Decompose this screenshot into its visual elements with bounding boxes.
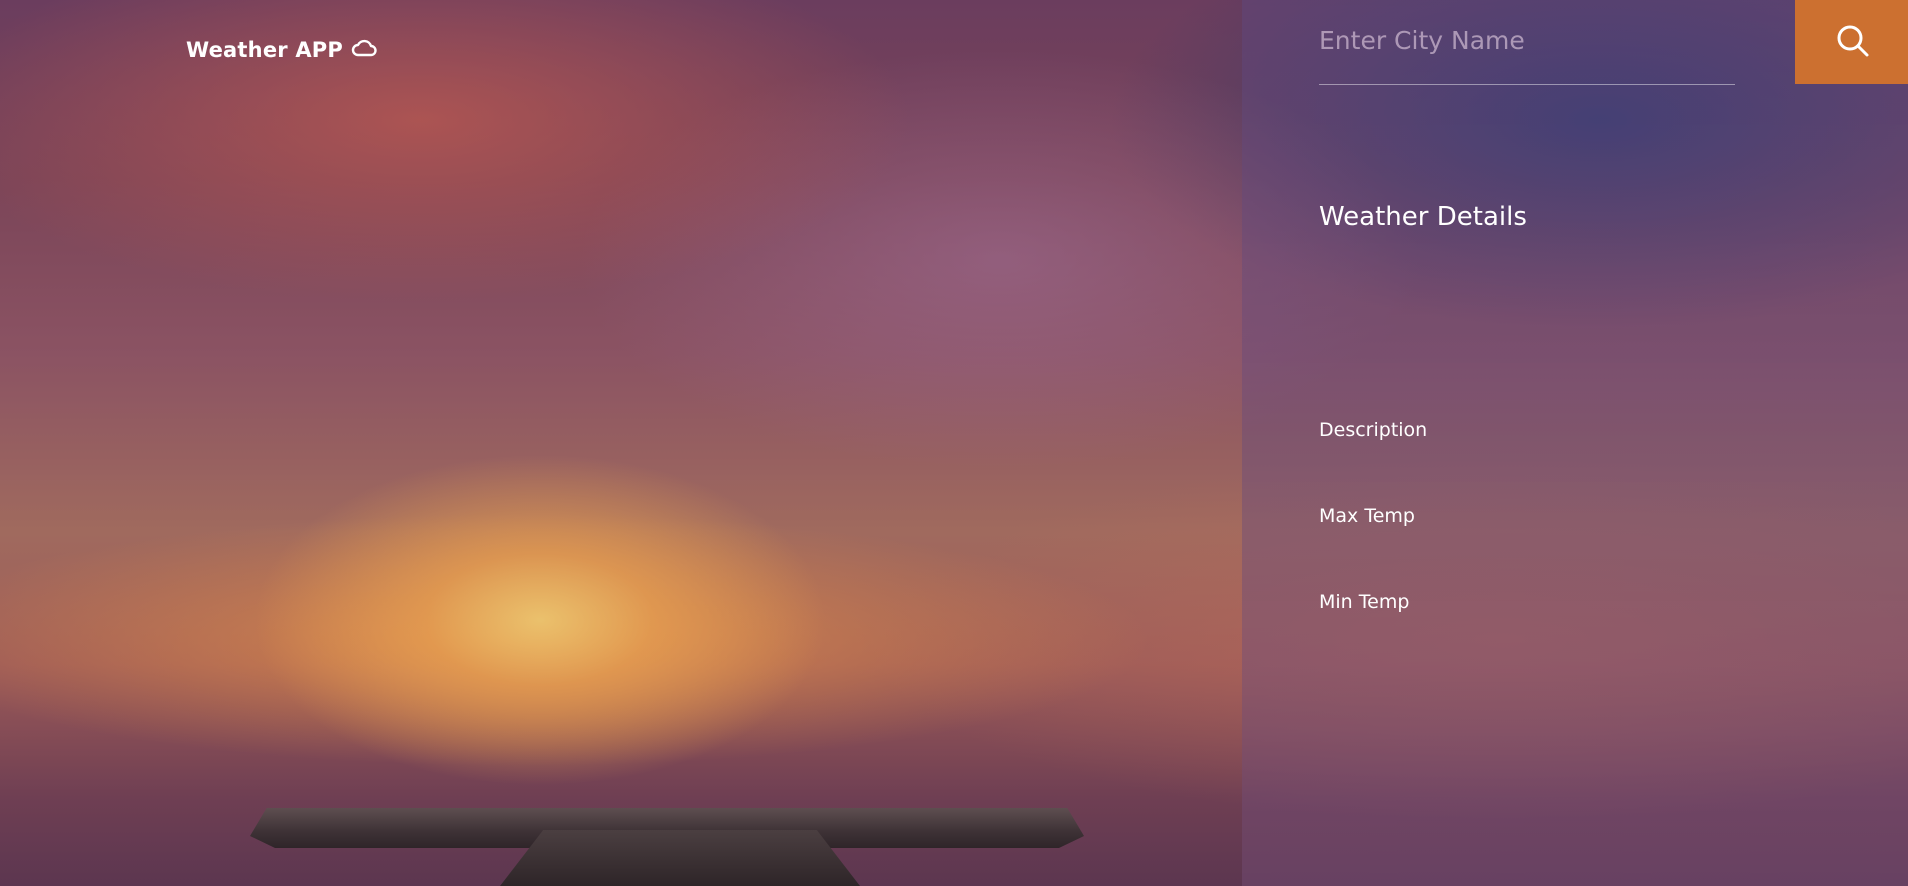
search-icon (1834, 23, 1870, 62)
city-search-input[interactable] (1319, 18, 1729, 62)
description-label: Description (1319, 419, 1428, 441)
weather-details-title: Weather Details (1319, 202, 1527, 232)
app-title: Weather APP (186, 37, 343, 62)
app-brand: Weather APP (186, 36, 377, 63)
weather-details-panel (1242, 0, 1908, 886)
search-button[interactable] (1795, 0, 1908, 84)
search-field (1319, 0, 1735, 85)
max-temp-label: Max Temp (1319, 505, 1415, 527)
cloud-icon (351, 36, 377, 63)
min-temp-label: Min Temp (1319, 591, 1410, 613)
pier-walkway-image (500, 830, 860, 886)
